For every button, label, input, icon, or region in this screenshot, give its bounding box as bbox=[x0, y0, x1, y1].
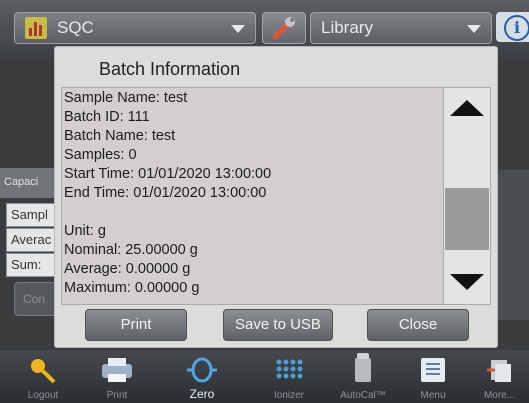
more-button[interactable]: More... bbox=[470, 350, 529, 403]
save-to-usb-button[interactable]: Save to USB bbox=[223, 309, 333, 341]
ionizer-icon bbox=[276, 359, 303, 379]
toolbar-label: Zero bbox=[189, 387, 215, 401]
scroll-thumb[interactable] bbox=[445, 188, 489, 250]
chart-icon bbox=[25, 17, 47, 39]
autocal-button[interactable]: AutoCal™ bbox=[324, 350, 402, 403]
print-button[interactable]: Print bbox=[85, 309, 187, 341]
wrench-icon bbox=[272, 17, 295, 40]
background-field-samples: Sampl bbox=[6, 203, 58, 227]
library-label: Library bbox=[321, 18, 373, 37]
info-line: Unit: g bbox=[64, 223, 106, 239]
info-line: Maximum: 0.00000 g bbox=[64, 280, 200, 296]
toolbar-label: More... bbox=[483, 390, 516, 401]
bottom-toolbar: Logout Print Zero Ionizer AutoCal™ Menu … bbox=[0, 350, 529, 403]
background-field-sum: Sum: bbox=[6, 253, 58, 277]
info-line: Average: 0.00000 g bbox=[64, 261, 191, 277]
toolbar-label: AutoCal™ bbox=[340, 390, 386, 401]
toolbar-label: Print bbox=[106, 390, 128, 401]
application-label: SQC bbox=[57, 18, 94, 37]
info-icon: i bbox=[504, 15, 529, 41]
toolbar-label: Menu bbox=[420, 390, 446, 401]
info-line: Batch ID: 111 bbox=[64, 109, 150, 125]
info-line: End Time: 01/01/2020 13:00:00 bbox=[64, 185, 267, 201]
info-line: Samples: 0 bbox=[64, 147, 137, 163]
key-icon bbox=[31, 359, 56, 384]
menu-button[interactable]: Menu bbox=[402, 350, 464, 403]
print-toolbar-button[interactable]: Print bbox=[84, 350, 150, 403]
close-button[interactable]: Close bbox=[367, 309, 469, 341]
menu-icon bbox=[421, 358, 445, 382]
batch-details: Sample Name: test Batch ID: 111 Batch Na… bbox=[61, 87, 445, 305]
toolbar-label: Ionizer bbox=[273, 390, 304, 401]
application-selector[interactable]: SQC bbox=[14, 12, 256, 44]
more-icon bbox=[486, 360, 511, 382]
chevron-down-icon bbox=[467, 25, 481, 33]
wrench-button[interactable] bbox=[262, 12, 306, 44]
zero-icon bbox=[187, 357, 217, 383]
printer-icon bbox=[102, 358, 132, 382]
zero-button[interactable]: Zero bbox=[160, 350, 244, 403]
scrollbar[interactable] bbox=[443, 87, 491, 305]
info-button[interactable]: i bbox=[496, 12, 529, 42]
logout-button[interactable]: Logout bbox=[10, 350, 76, 403]
chevron-down-icon bbox=[231, 25, 245, 33]
batch-information-dialog: Batch Information Sample Name: test Batc… bbox=[54, 46, 498, 348]
library-selector[interactable]: Library bbox=[310, 12, 492, 44]
ionizer-button[interactable]: Ionizer bbox=[254, 350, 324, 403]
info-line: Sample Name: test bbox=[64, 90, 188, 106]
info-line: Start Time: 01/01/2020 13:00:00 bbox=[64, 166, 272, 182]
weight-icon bbox=[355, 353, 371, 382]
scroll-up-icon[interactable] bbox=[446, 90, 486, 126]
toolbar-label: Logout bbox=[27, 390, 59, 401]
info-line: Nominal: 25.00000 g bbox=[64, 242, 198, 258]
background-button: Con bbox=[14, 282, 59, 316]
dialog-title: Batch Information bbox=[99, 59, 241, 79]
capacity-label: Capaci bbox=[0, 168, 60, 198]
scroll-down-icon[interactable] bbox=[446, 266, 486, 302]
background-field-average: Averac bbox=[6, 228, 58, 252]
info-line: Batch Name: test bbox=[64, 128, 176, 144]
